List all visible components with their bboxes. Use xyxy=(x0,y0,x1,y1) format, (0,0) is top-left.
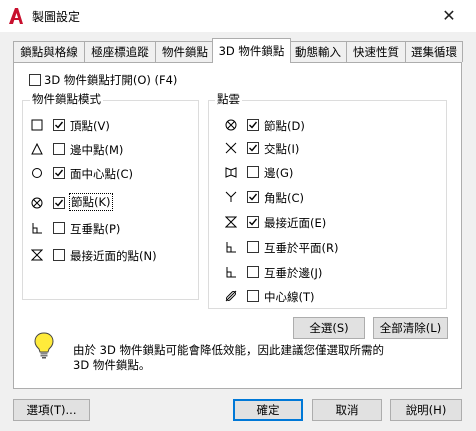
hourglass-icon xyxy=(31,249,43,261)
close-button[interactable]: ✕ xyxy=(434,4,464,28)
pc-edge-label[interactable]: 邊(G) xyxy=(264,165,293,181)
knot-checkbox[interactable] xyxy=(53,197,65,209)
tab-snap-grid[interactable]: 鎖點與格線 xyxy=(13,41,85,62)
pc-corner-label[interactable]: 角點(C) xyxy=(264,190,304,206)
info-line-1: 由於 3D 物件鎖點可能會降低效能，因此建議您僅選取所需的 xyxy=(73,343,384,357)
cancel-button[interactable]: 取消 xyxy=(312,399,382,421)
vertex-label[interactable]: 頂點(V) xyxy=(70,118,110,134)
circled-x-icon xyxy=(31,197,43,209)
pc-node-label[interactable]: 節點(D) xyxy=(264,118,305,134)
select-all-button[interactable]: 全選(S) xyxy=(293,317,365,339)
hourglass-icon xyxy=(225,216,237,228)
info-text: 由於 3D 物件鎖點可能會降低效能，因此建議您僅選取所需的 3D 物件鎖點。 xyxy=(73,343,384,373)
help-button[interactable]: 說明(H) xyxy=(390,399,462,421)
nearest-to-face-label[interactable]: 最接近面的點(N) xyxy=(70,248,157,264)
centerline-icon xyxy=(225,290,237,302)
tab-selection-cycling[interactable]: 選集循環 xyxy=(405,41,463,62)
pc-intersection-checkbox[interactable] xyxy=(247,142,259,154)
nearest-to-face-checkbox[interactable] xyxy=(53,249,65,261)
pc-centerline-checkbox[interactable] xyxy=(247,290,259,302)
point-cloud-group xyxy=(208,100,447,309)
tab-dynamic-input[interactable]: 動態輸入 xyxy=(289,41,347,62)
pc-nearest-to-plane-checkbox[interactable] xyxy=(247,216,259,228)
perpendicular-icon xyxy=(226,242,236,253)
object-snap-modes-title: 物件鎖點模式 xyxy=(30,91,103,107)
autocad-app-icon xyxy=(9,8,23,24)
pc-perp-edge-label[interactable]: 互垂於邊(J) xyxy=(264,265,322,281)
tab-object-snap[interactable]: 物件鎖點 xyxy=(155,41,215,62)
options-button[interactable]: 選項(T)... xyxy=(13,399,90,421)
pc-perp-plane-label[interactable]: 互垂於平面(R) xyxy=(264,240,338,256)
tab-polar-tracking[interactable]: 極座標追蹤 xyxy=(84,41,156,62)
edge-midpoint-label[interactable]: 邊中點(M) xyxy=(70,142,123,158)
edge-midpoint-checkbox[interactable] xyxy=(53,143,65,155)
circled-x-icon xyxy=(225,119,237,131)
window-title: 製圖設定 xyxy=(32,10,81,24)
clear-all-button[interactable]: 全部清除(L) xyxy=(373,317,448,339)
circle-icon xyxy=(32,168,42,178)
square-icon xyxy=(31,119,43,131)
title-bar: 製圖設定 ✕ xyxy=(0,0,476,32)
triangle-icon xyxy=(31,143,43,155)
tab-panel: 3D 物件鎖點打開(O) (F4) 物件鎖點模式 頂點(V) 邊中點(M) 面中… xyxy=(13,62,462,389)
pc-nearest-to-plane-label[interactable]: 最接近面(E) xyxy=(264,215,326,231)
face-center-label[interactable]: 面中心點(C) xyxy=(70,166,133,182)
lightbulb-icon xyxy=(34,332,54,359)
perpendicular-icon xyxy=(32,223,42,234)
tab-3d-object-snap[interactable]: 3D 物件鎖點 xyxy=(212,38,291,63)
edge-icon xyxy=(225,167,237,178)
tab-quick-properties[interactable]: 快速性質 xyxy=(346,41,406,62)
perpendicular-label[interactable]: 互垂點(P) xyxy=(70,221,120,237)
pc-perp-edge-checkbox[interactable] xyxy=(247,266,259,278)
perpendicular-icon xyxy=(226,267,236,278)
info-line-2: 3D 物件鎖點。 xyxy=(73,358,151,372)
pc-perp-plane-checkbox[interactable] xyxy=(247,241,259,253)
x-icon xyxy=(225,142,237,154)
osnap3d-on-label[interactable]: 3D 物件鎖點打開(O) (F4) xyxy=(44,72,177,88)
perpendicular-checkbox[interactable] xyxy=(53,222,65,234)
y-corner-icon xyxy=(225,191,237,202)
knot-label[interactable]: 節點(K) xyxy=(69,193,113,211)
face-center-checkbox[interactable] xyxy=(53,167,65,179)
pc-corner-checkbox[interactable] xyxy=(247,191,259,203)
pc-centerline-label[interactable]: 中心線(T) xyxy=(264,289,315,305)
pc-intersection-label[interactable]: 交點(I) xyxy=(264,141,299,157)
pc-node-checkbox[interactable] xyxy=(247,119,259,131)
osnap3d-on-checkbox[interactable] xyxy=(29,74,41,86)
pc-edge-checkbox[interactable] xyxy=(247,166,259,178)
ok-button[interactable]: 確定 xyxy=(233,399,303,421)
point-cloud-title: 點雲 xyxy=(215,91,242,107)
vertex-checkbox[interactable] xyxy=(53,119,65,131)
